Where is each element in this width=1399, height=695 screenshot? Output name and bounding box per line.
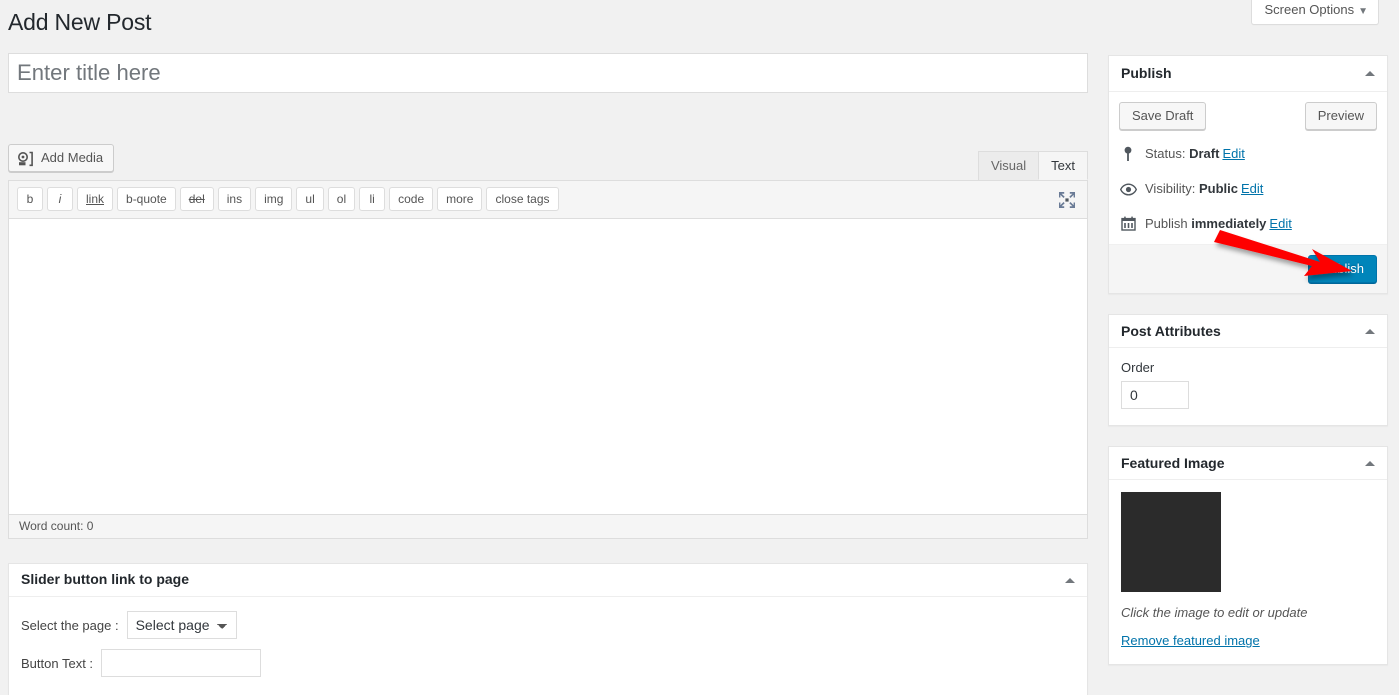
chevron-down-icon: ▼: [1358, 6, 1368, 17]
chevron-up-icon[interactable]: [1365, 460, 1375, 466]
featured-image-title: Featured Image: [1121, 454, 1225, 471]
post-schedule-edit-link[interactable]: Edit: [1269, 216, 1291, 231]
menu-order-label: Order: [1121, 360, 1155, 376]
add-media-label: Add Media: [41, 150, 104, 165]
quicktag-del[interactable]: del: [179, 187, 214, 211]
screen-options-label: Screen Options: [1264, 2, 1355, 17]
slider-button-link-metabox: Slider button link to page Select the pa…: [8, 563, 1088, 695]
tab-text[interactable]: Text: [1038, 151, 1088, 180]
featured-image-header: Featured Image: [1109, 447, 1387, 481]
featured-image-body: Click the image to edit or update Remove…: [1109, 480, 1387, 664]
minor-publishing-actions: Save Draft Preview: [1119, 102, 1377, 130]
publish-metabox: Publish Save Draft Preview Status: Draft…: [1108, 55, 1388, 295]
quicktag-b-quote[interactable]: b-quote: [117, 187, 176, 211]
post-schedule-value: immediately: [1191, 215, 1267, 231]
post-status-value: Draft: [1189, 146, 1220, 161]
chevron-up-icon[interactable]: [1065, 577, 1075, 583]
quicktag-ul[interactable]: ul: [296, 187, 324, 211]
post-visibility-value: Public: [1198, 180, 1238, 196]
post-attributes-body: Order: [1109, 348, 1387, 425]
button-text-input[interactable]: [101, 649, 262, 677]
menu-order-input[interactable]: [1121, 381, 1189, 410]
chevron-up-icon[interactable]: [1365, 71, 1375, 76]
quicktag-ins[interactable]: ins: [217, 187, 252, 211]
post-status-pin-icon: [1119, 146, 1137, 162]
post-attributes-title: Post Attributes: [1121, 322, 1221, 339]
editor-status-bar: Word count: 0: [9, 514, 1087, 538]
quicktag-ol[interactable]: ol: [327, 187, 356, 211]
calendar-icon: [1119, 216, 1137, 232]
featured-image-thumbnail[interactable]: [1121, 492, 1221, 593]
quicktags-toolbar: b i link b-quote del ins img ul ol li co…: [9, 181, 1087, 219]
editor-mode-tabs: Visual Text: [977, 150, 1088, 180]
quicktag-li[interactable]: li: [359, 187, 386, 211]
save-draft-button[interactable]: Save Draft: [1119, 102, 1207, 130]
post-status-edit-link[interactable]: Edit: [1222, 146, 1244, 161]
select-page-row: Select the page : Select page: [21, 611, 1075, 639]
editor-sidebar: Publish Save Draft Preview Status: Draft…: [1108, 55, 1388, 685]
button-text-label: Button Text :: [21, 655, 94, 671]
slider-metabox-body: Select the page : Select page Button Tex…: [9, 597, 1087, 695]
post-title-wrap: [8, 53, 1088, 93]
page-title: Add New Post: [8, 9, 152, 35]
add-media-icon: [17, 150, 35, 167]
distraction-free-expand-icon[interactable]: [1057, 190, 1077, 210]
word-count: Word count: 0: [19, 519, 94, 533]
featured-image-hint: Click the image to edit or update: [1121, 605, 1308, 621]
quicktag-code[interactable]: code: [389, 187, 434, 211]
post-attributes-header: Post Attributes: [1109, 315, 1387, 349]
button-text-row: Button Text :: [21, 649, 1075, 677]
select-page-label: Select the page :: [21, 617, 119, 633]
quicktag-b[interactable]: b: [17, 187, 43, 211]
publish-metabox-title: Publish: [1121, 64, 1172, 81]
quicktag-img[interactable]: img: [255, 187, 293, 211]
post-editor: Add Media Visual Text b i link b-quote d…: [8, 144, 1088, 539]
slider-metabox-header: Slider button link to page: [9, 564, 1087, 597]
chevron-up-icon[interactable]: [1365, 328, 1375, 334]
post-schedule-text: Publish immediately Edit: [1145, 214, 1292, 235]
major-publishing-actions: Publish: [1109, 244, 1387, 294]
select-page-dropdown[interactable]: Select page: [126, 611, 237, 639]
editor-container: b i link b-quote del ins img ul ol li co…: [8, 180, 1088, 539]
quicktag-more[interactable]: more: [437, 187, 483, 211]
publish-metabox-header: Publish: [1109, 56, 1387, 92]
publish-button[interactable]: Publish: [1308, 255, 1377, 284]
preview-button[interactable]: Preview: [1304, 102, 1377, 130]
post-status-text: Status: Draft Edit: [1145, 144, 1245, 165]
publish-metabox-body: Save Draft Preview Status: Draft Edit Vi…: [1109, 92, 1387, 244]
post-status-prefix: Status:: [1145, 146, 1186, 161]
tab-visual[interactable]: Visual: [977, 151, 1040, 180]
media-buttons-bar: Add Media Visual Text: [8, 144, 1088, 180]
post-visibility-row: Visibility: Public Edit: [1119, 179, 1377, 200]
screen-options-tab[interactable]: Screen Options ▼: [1251, 0, 1379, 26]
post-schedule-row: Publish immediately Edit: [1119, 214, 1377, 235]
slider-metabox-title: Slider button link to page: [21, 571, 189, 588]
add-media-button[interactable]: Add Media: [8, 144, 115, 172]
post-title-input[interactable]: [8, 53, 1088, 93]
post-status-row: Status: Draft Edit: [1119, 144, 1377, 165]
post-visibility-prefix: Visibility:: [1145, 180, 1196, 196]
quicktag-close-tags[interactable]: close tags: [486, 187, 559, 211]
post-visibility-edit-link[interactable]: Edit: [1241, 181, 1263, 196]
featured-image-metabox: Featured Image Click the image to edit o…: [1108, 446, 1388, 666]
post-visibility-text: Visibility: Public Edit: [1145, 179, 1263, 200]
post-schedule-prefix: Publish: [1145, 215, 1188, 231]
wp-admin-post-editor-screen: Screen Options▼ Add New Post Add Media: [0, 0, 1399, 695]
editor-textarea[interactable]: [9, 219, 1087, 514]
quicktag-link[interactable]: link: [77, 187, 114, 211]
quicktag-i[interactable]: i: [47, 187, 73, 211]
post-attributes-metabox: Post Attributes Order: [1108, 314, 1388, 427]
remove-featured-image-link[interactable]: Remove featured image: [1121, 633, 1260, 648]
eye-icon: [1119, 183, 1137, 196]
